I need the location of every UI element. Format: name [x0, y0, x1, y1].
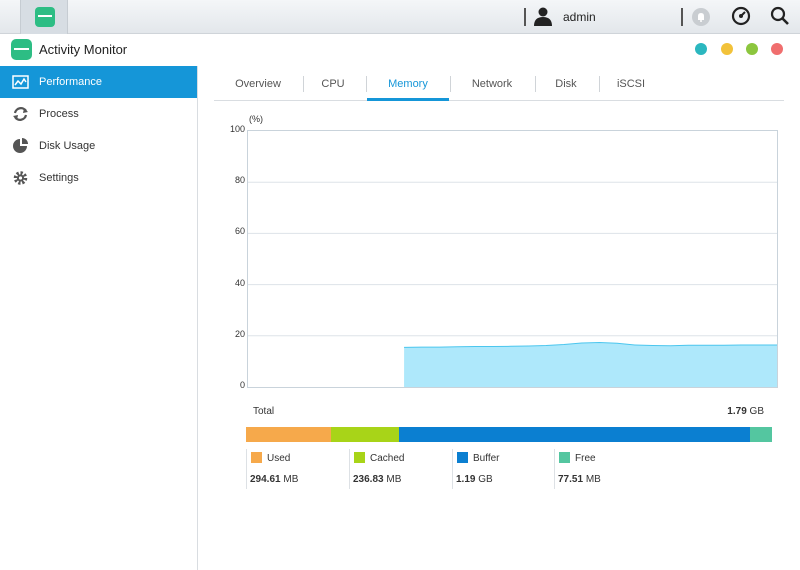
- gear-icon: [13, 171, 28, 185]
- legend-value: 236.83 MB: [353, 474, 401, 485]
- activity-monitor-icon: [11, 39, 32, 60]
- sidebar-item-process[interactable]: Process: [0, 98, 197, 130]
- memory-area: [404, 342, 777, 387]
- legend-label: Buffer: [473, 453, 500, 464]
- memory-usage-bar: [246, 427, 772, 442]
- legend-swatch: [251, 452, 262, 463]
- window-title: Activity Monitor: [39, 42, 128, 57]
- value-number: 77.51: [558, 474, 584, 485]
- memory-bar-segment-cached: [330, 427, 399, 442]
- close-button[interactable]: [771, 43, 783, 55]
- legend-free: Free 77.51 MB: [554, 449, 654, 489]
- tab-bar: Overview CPU Memory Network Disk iSCSI: [214, 68, 784, 101]
- divider: [450, 76, 451, 92]
- legend-value: 77.51 MB: [558, 474, 601, 485]
- legend-value: 294.61 MB: [250, 474, 298, 485]
- memory-chart: (%) 100 80 60 40 20 0: [220, 110, 785, 395]
- legend-used: Used 294.61 MB: [246, 449, 346, 489]
- y-tick-label: 0: [239, 380, 245, 390]
- divider: [681, 8, 683, 26]
- minimize-button[interactable]: [721, 43, 733, 55]
- sidebar-item-disk-usage[interactable]: Disk Usage: [0, 130, 197, 162]
- user-icon[interactable]: [533, 6, 553, 26]
- sidebar-item-label: Settings: [39, 172, 79, 184]
- y-tick-label: 40: [234, 277, 245, 288]
- tab-network[interactable]: Network: [457, 68, 527, 100]
- value-unit: MB: [283, 474, 299, 485]
- legend-swatch: [354, 452, 365, 463]
- top-bar: admin: [0, 0, 800, 34]
- sidebar-item-label: Performance: [39, 76, 102, 88]
- total-label: Total: [253, 406, 275, 417]
- memory-bar-segment-buffer: [398, 427, 750, 442]
- divider: [535, 76, 536, 92]
- value-number: 236.83: [353, 474, 384, 485]
- y-tick-label: 100: [229, 124, 245, 134]
- chart-icon: [12, 75, 29, 89]
- memory-bar-segment-used: [246, 427, 331, 442]
- app-tab-activity-monitor[interactable]: [20, 0, 68, 34]
- window-header: Activity Monitor: [0, 34, 800, 66]
- divider: [524, 8, 526, 26]
- tab-memory[interactable]: Memory: [367, 68, 449, 101]
- sidebar-item-performance[interactable]: Performance: [0, 66, 197, 98]
- sidebar-item-settings[interactable]: Settings: [0, 162, 197, 194]
- y-axis-unit-label: (%): [249, 114, 263, 124]
- maximize-button[interactable]: [746, 43, 758, 55]
- value-unit: MB: [585, 474, 601, 485]
- legend-value: 1.19 GB: [456, 474, 493, 485]
- tab-disk[interactable]: Disk: [541, 68, 591, 100]
- legend-label: Cached: [370, 453, 405, 464]
- user-name[interactable]: admin: [563, 10, 596, 24]
- legend-label: Used: [267, 453, 291, 464]
- legend-swatch: [559, 452, 570, 463]
- sidebar-item-label: Disk Usage: [39, 140, 96, 152]
- total-number: 1.79: [727, 406, 747, 417]
- tab-overview[interactable]: Overview: [222, 68, 294, 100]
- legend-swatch: [457, 452, 468, 463]
- sidebar-item-label: Process: [39, 108, 79, 120]
- legend-buffer: Buffer 1.19 GB: [452, 449, 552, 489]
- refresh-icon: [13, 107, 28, 121]
- total-value: 1.79 GB: [727, 406, 764, 417]
- bell-icon[interactable]: [692, 8, 710, 26]
- y-tick-label: 20: [234, 328, 245, 339]
- legend-label: Free: [575, 453, 596, 464]
- pie-icon: [13, 138, 28, 153]
- value-number: 294.61: [250, 474, 281, 485]
- y-tick-label: 80: [234, 175, 245, 186]
- divider: [599, 76, 600, 92]
- memory-bar-segment-free: [749, 427, 772, 442]
- activity-monitor-icon: [35, 7, 55, 27]
- value-unit: GB: [478, 474, 493, 485]
- chart-svg: [248, 181, 777, 387]
- dashboard-icon[interactable]: [731, 6, 751, 26]
- total-unit: GB: [749, 406, 764, 417]
- sidebar: Performance Process Disk Usage Settings: [0, 66, 198, 570]
- value-number: 1.19: [456, 474, 476, 485]
- search-icon[interactable]: [770, 6, 790, 26]
- tab-iscsi[interactable]: iSCSI: [606, 68, 656, 100]
- tab-cpu[interactable]: CPU: [310, 68, 356, 100]
- info-button[interactable]: [695, 43, 707, 55]
- value-unit: MB: [386, 474, 402, 485]
- legend-cached: Cached 236.83 MB: [349, 449, 449, 489]
- plot-area: [247, 130, 778, 388]
- divider: [303, 76, 304, 92]
- y-tick-label: 60: [234, 226, 245, 237]
